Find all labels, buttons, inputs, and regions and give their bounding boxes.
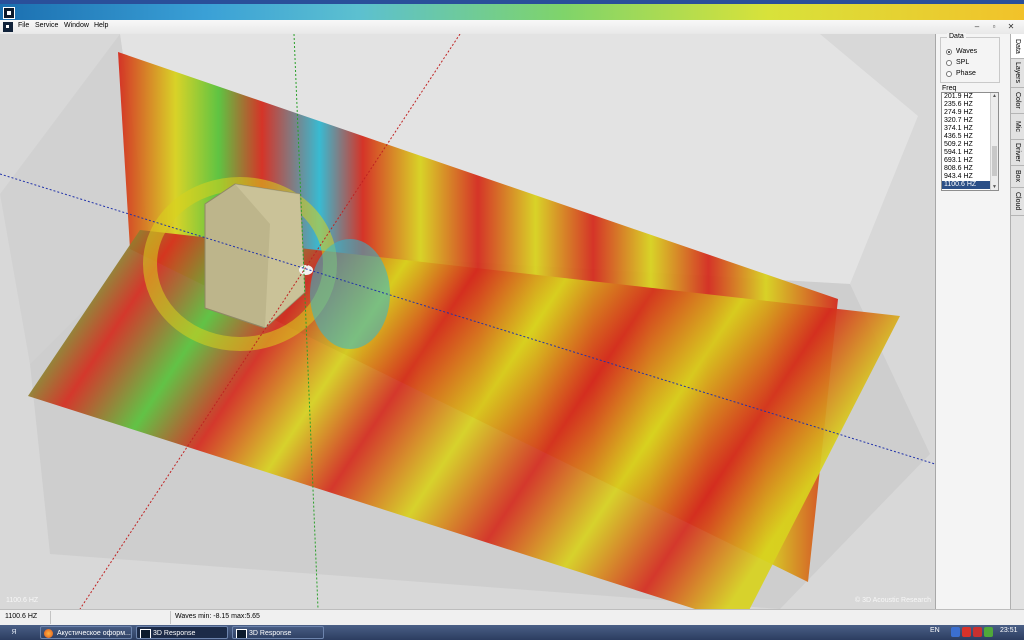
menu-window[interactable]: Window: [64, 22, 89, 29]
app-icon: [140, 629, 151, 638]
viewport-frequency-label: 1100.6 HZ: [6, 597, 39, 604]
radio-unchecked-icon: [946, 59, 952, 66]
app-logo-icon: [3, 7, 15, 19]
3d-viewport[interactable]: 1100.6 HZ © 3D Acoustic Research: [0, 34, 935, 609]
taskbar-item-label: 3D Response: [153, 630, 196, 637]
tab-driver[interactable]: Driver: [1011, 139, 1024, 166]
radio-phase-label: Phase: [956, 70, 976, 77]
taskbar-item-label: Акустическое оформ...: [57, 630, 131, 637]
radio-unchecked-icon: [946, 70, 952, 77]
status-waves-range: Waves min: -8.15 max:5.65: [175, 613, 260, 620]
freq-label: Freq: [942, 85, 957, 92]
freq-listbox[interactable]: 201.9 HZ 235.6 HZ 274.9 HZ 320.7 HZ 374.…: [941, 92, 999, 191]
data-panel: Data Waves SPL Phase Freq 201.9 HZ 235.6…: [935, 33, 1011, 609]
restore-icon[interactable]: ▫: [989, 22, 999, 32]
taskbar-item-3d-response-1[interactable]: 3D Response: [136, 626, 228, 639]
tab-data-label: Data: [1014, 38, 1021, 54]
taskbar-item-3d-response-2[interactable]: 3D Response: [232, 626, 324, 639]
listbox-scrollbar[interactable]: ▲ ▼: [990, 93, 998, 190]
tab-color[interactable]: Color: [1011, 87, 1024, 114]
radio-waves[interactable]: Waves: [946, 48, 977, 55]
vertical-tab-strip: Data Layers Color Mic Driver Box Cloud: [1010, 34, 1024, 609]
tab-box-label: Box: [1014, 169, 1021, 183]
system-tray: [951, 627, 995, 638]
tab-cloud[interactable]: Cloud: [1011, 187, 1024, 216]
tab-color-label: Color: [1014, 91, 1021, 109]
tab-layers[interactable]: Layers: [1011, 58, 1024, 88]
radio-checked-icon: [946, 48, 952, 55]
title-bar[interactable]: [0, 0, 1024, 20]
data-groupbox: Data Waves SPL Phase: [940, 33, 1000, 83]
wave-hotspot: [310, 239, 390, 349]
tab-data[interactable]: Data: [1011, 34, 1024, 59]
status-divider: [170, 611, 171, 624]
tab-mic[interactable]: Mic: [1011, 113, 1024, 140]
app-icon: [236, 629, 247, 638]
radio-waves-label: Waves: [956, 48, 978, 55]
start-button[interactable]: Я: [4, 627, 24, 638]
radio-spl-label: SPL: [956, 59, 970, 66]
tab-layers-label: Layers: [1014, 61, 1021, 83]
data-group-title: Data: [947, 33, 966, 40]
taskbar-item-label: 3D Response: [249, 630, 292, 637]
scrollbar-thumb[interactable]: [992, 146, 997, 176]
language-indicator[interactable]: EN: [930, 627, 940, 634]
minimize-icon[interactable]: –: [972, 22, 982, 32]
tab-cloud-label: Cloud: [1014, 191, 1021, 211]
radio-phase[interactable]: Phase: [946, 70, 976, 77]
radio-spl[interactable]: SPL: [946, 59, 969, 66]
scroll-up-icon[interactable]: ▲: [991, 93, 998, 99]
menu-help[interactable]: Help: [94, 22, 108, 29]
scroll-down-icon[interactable]: ▼: [991, 184, 998, 190]
tray-icon[interactable]: [984, 627, 993, 637]
status-bar: 1100.6 HZ Waves min: -8.15 max:5.65: [0, 609, 1024, 626]
clock[interactable]: 23:51: [1000, 627, 1018, 634]
tab-box[interactable]: Box: [1011, 165, 1024, 188]
tab-mic-label: Mic: [1014, 120, 1021, 132]
status-divider: [50, 611, 51, 624]
firefox-icon: [44, 629, 53, 638]
status-frequency: 1100.6 HZ: [5, 613, 38, 620]
tray-icon[interactable]: [962, 627, 971, 637]
close-icon[interactable]: ✕: [1006, 22, 1016, 32]
tray-icon[interactable]: [973, 627, 982, 637]
tray-icon[interactable]: [951, 627, 960, 637]
menu-service[interactable]: Service: [35, 22, 58, 29]
menu-file[interactable]: File: [18, 22, 29, 29]
taskbar-item-browser[interactable]: Акустическое оформ...: [40, 626, 132, 639]
acoustic-wave-render: [0, 34, 935, 609]
tab-driver-label: Driver: [1014, 142, 1021, 162]
app-menu-icon[interactable]: [3, 22, 13, 32]
title-bar-band: [0, 0, 1024, 4]
copyright-watermark: © 3D Acoustic Research: [855, 597, 931, 604]
taskbar: Я Акустическое оформ... 3D Response 3D R…: [0, 625, 1024, 640]
menu-bar: File Service Window Help – ▫ ✕: [0, 20, 1024, 35]
